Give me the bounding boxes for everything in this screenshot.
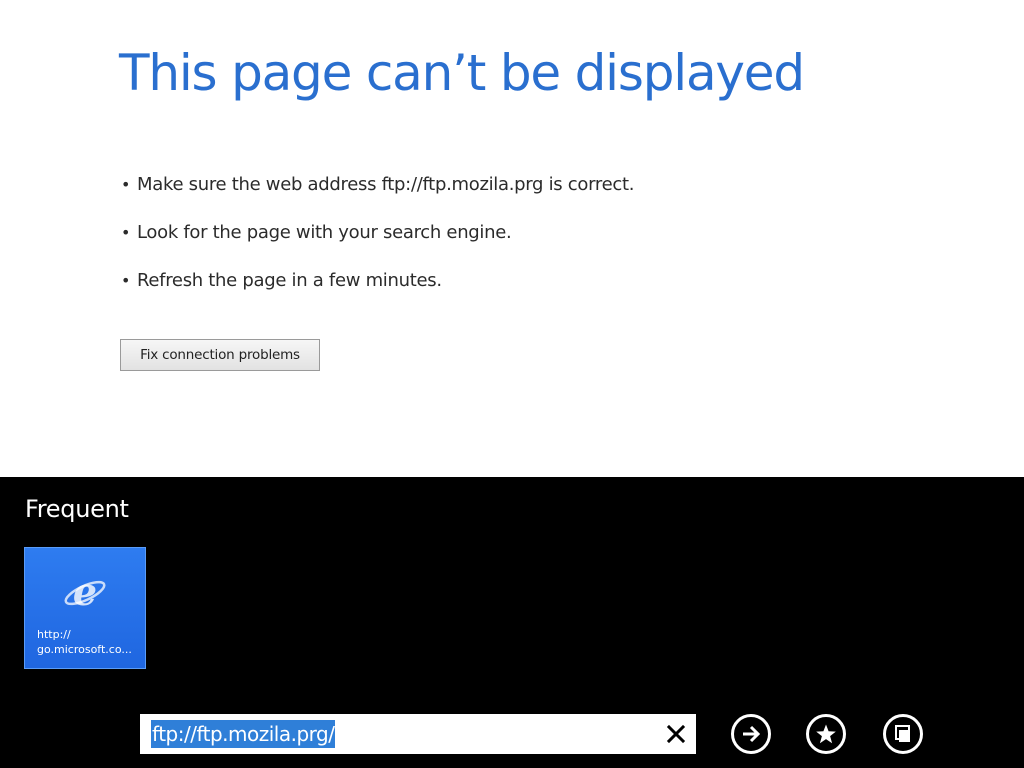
fix-connection-problems-button[interactable]: Fix connection problems xyxy=(120,339,320,371)
tabs-button[interactable] xyxy=(883,714,923,754)
internet-explorer-icon: e xyxy=(64,570,106,614)
tip-text: Look for the page with your search engin… xyxy=(137,222,512,243)
favorites-button[interactable] xyxy=(806,714,846,754)
close-icon[interactable] xyxy=(664,722,688,746)
tip-item: • Look for the page with your search engi… xyxy=(121,222,634,270)
star-icon xyxy=(816,724,836,744)
error-tips-list: • Make sure the web address ftp://ftp.moz… xyxy=(121,174,634,318)
address-bar[interactable]: ftp://ftp.mozila.prg/ xyxy=(140,714,696,754)
arrow-right-icon xyxy=(743,725,761,743)
tip-text: Make sure the web address ftp://ftp.mozi… xyxy=(137,174,635,195)
tip-item: • Make sure the web address ftp://ftp.moz… xyxy=(121,174,634,222)
tabs-icon xyxy=(895,725,910,742)
svg-text:e: e xyxy=(73,570,97,614)
tip-text: Refresh the page in a few minutes. xyxy=(137,270,442,291)
app-bar: Frequent e http:// go.microsoft.co... ft… xyxy=(0,477,1024,768)
address-input[interactable]: ftp://ftp.mozila.prg/ xyxy=(151,720,336,748)
frequent-site-tile[interactable]: e http:// go.microsoft.co... xyxy=(24,547,146,669)
tip-item: • Refresh the page in a few minutes. xyxy=(121,270,634,318)
bullet: • xyxy=(121,223,131,242)
tile-label: http:// go.microsoft.co... xyxy=(37,628,132,656)
bullet: • xyxy=(121,175,131,194)
bullet: • xyxy=(121,271,131,290)
error-page: This page can’t be displayed • Make sure … xyxy=(0,0,1024,477)
go-button[interactable] xyxy=(731,714,771,754)
page-title: This page can’t be displayed xyxy=(119,44,805,102)
frequent-heading: Frequent xyxy=(25,495,129,523)
browser-window: This page can’t be displayed • Make sure … xyxy=(0,0,1024,768)
